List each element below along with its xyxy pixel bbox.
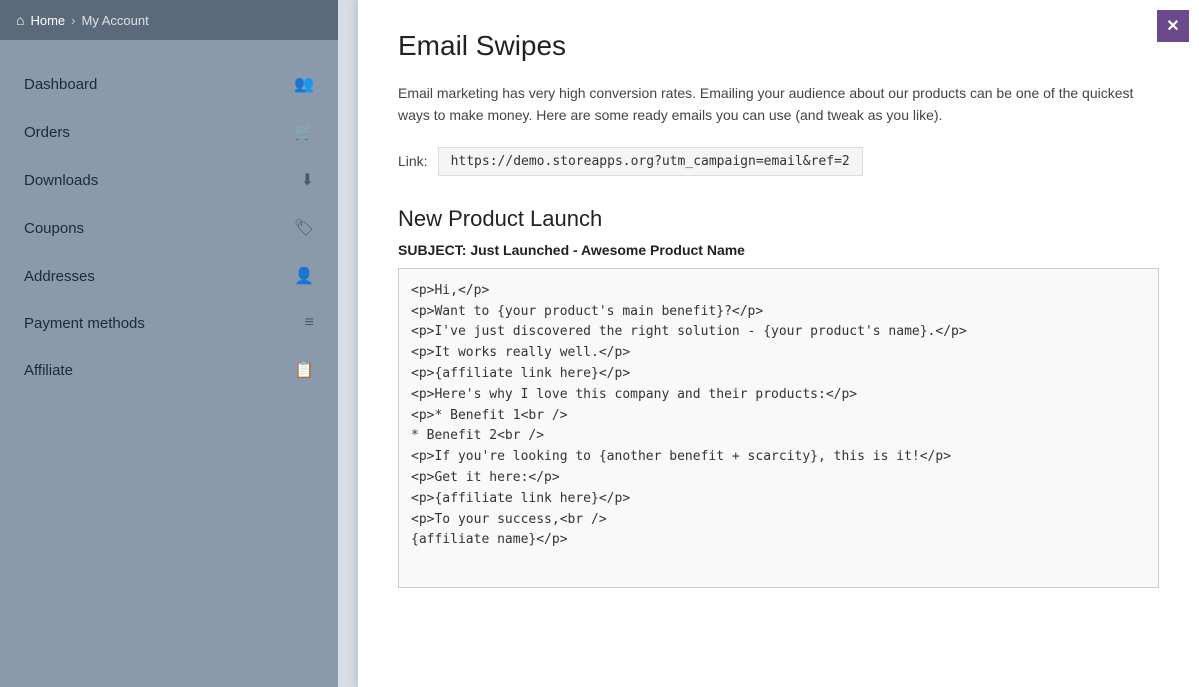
email-body-textarea[interactable] [398,268,1159,588]
sidebar-item-affiliate[interactable]: Affiliate 📋 [0,346,338,394]
payment-methods-icon: ≡ [305,314,314,332]
addresses-icon: 👤 [294,266,314,286]
sidebar-item-orders[interactable]: Orders 🛒 [0,108,338,156]
email-swipes-modal: ✕ Email Swipes Email marketing has very … [358,0,1199,687]
sidebar-header: ⌂ Home › My Account [0,0,338,40]
breadcrumb-separator: › [71,13,75,28]
sidebar-label-coupons: Coupons [24,220,84,237]
email-subject-line: SUBJECT: Just Launched - Awesome Product… [398,242,1159,258]
modal-title: Email Swipes [398,30,1159,62]
sidebar-label-downloads: Downloads [24,172,98,189]
breadcrumb: ⌂ Home › My Account [16,12,149,28]
affiliate-link-row: Link: https://demo.storeapps.org?utm_cam… [398,147,1159,176]
link-label: Link: [398,153,428,169]
modal-close-button[interactable]: ✕ [1157,10,1189,42]
sidebar-item-downloads[interactable]: Downloads ⬇ [0,156,338,204]
home-icon: ⌂ [16,12,24,28]
downloads-icon: ⬇ [301,170,314,190]
sidebar-item-coupons[interactable]: Coupons 🏷 [0,204,338,252]
sidebar-label-payment-methods: Payment methods [24,315,145,332]
main-content: ✕ Email Swipes Email marketing has very … [338,0,1199,687]
sidebar-item-payment-methods[interactable]: Payment methods ≡ [0,300,338,346]
sidebar-label-dashboard: Dashboard [24,76,97,93]
link-url-value[interactable]: https://demo.storeapps.org?utm_campaign=… [438,147,863,176]
orders-icon: 🛒 [294,122,314,142]
breadcrumb-home-link[interactable]: Home [30,13,65,28]
sidebar-label-addresses: Addresses [24,268,95,285]
dashboard-icon: 👥 [294,74,314,94]
sidebar-nav: Dashboard 👥 Orders 🛒 Downloads ⬇ Coupons… [0,40,338,687]
modal-description: Email marketing has very high conversion… [398,82,1159,127]
sidebar-item-dashboard[interactable]: Dashboard 👥 [0,60,338,108]
section-title: New Product Launch [398,206,1159,232]
sidebar-label-affiliate: Affiliate [24,362,73,379]
sidebar: ⌂ Home › My Account Dashboard 👥 Orders 🛒… [0,0,338,687]
sidebar-label-orders: Orders [24,124,70,141]
sidebar-item-addresses[interactable]: Addresses 👤 [0,252,338,300]
breadcrumb-current: My Account [82,13,149,28]
affiliate-icon: 📋 [294,360,314,380]
coupons-icon: 🏷 [294,218,314,238]
